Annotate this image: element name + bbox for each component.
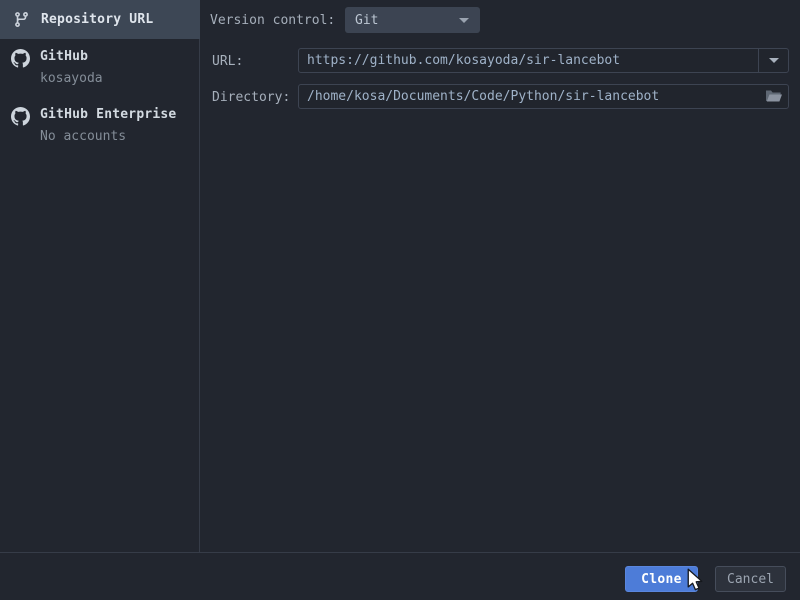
url-label: URL: [212,54,243,69]
sidebar-item-text: GitHub Enterprise No accounts [40,105,176,146]
version-control-select[interactable]: Git [345,7,480,33]
directory-field [298,84,789,109]
url-dropdown-button[interactable] [758,49,788,72]
directory-input[interactable] [299,85,758,108]
github-icon [11,49,30,68]
directory-label: Directory: [212,90,290,105]
sidebar-item-subtitle: No accounts [40,127,176,146]
cancel-button[interactable]: Cancel [715,566,786,592]
version-control-label: Version control: [210,13,335,28]
vcs-sidebar: Repository URL GitHub kosayoda GitHub En… [0,0,200,552]
dialog-footer: Clone Cancel [0,552,800,600]
sidebar-item-text: GitHub kosayoda [40,47,103,88]
sidebar-item-subtitle: kosayoda [40,69,103,88]
sidebar-item-label: GitHub [40,47,103,66]
github-icon [11,107,30,126]
clone-repository-dialog: Repository URL GitHub kosayoda GitHub En… [0,0,800,600]
sidebar-item-label: GitHub Enterprise [40,105,176,124]
sidebar-item-label: Repository URL [41,12,153,27]
git-branch-icon [13,11,30,28]
open-folder-icon [765,89,782,104]
sidebar-item-github-enterprise[interactable]: GitHub Enterprise No accounts [11,105,176,146]
sidebar-item-github[interactable]: GitHub kosayoda [11,47,103,88]
sidebar-item-repository-url[interactable]: Repository URL [0,0,200,39]
browse-directory-button[interactable] [758,85,788,108]
url-combobox [298,48,789,73]
url-input[interactable] [299,49,758,72]
clone-button[interactable]: Clone [625,566,698,592]
version-control-value: Git [355,13,378,28]
chevron-down-icon [459,18,469,23]
chevron-down-icon [769,58,779,63]
